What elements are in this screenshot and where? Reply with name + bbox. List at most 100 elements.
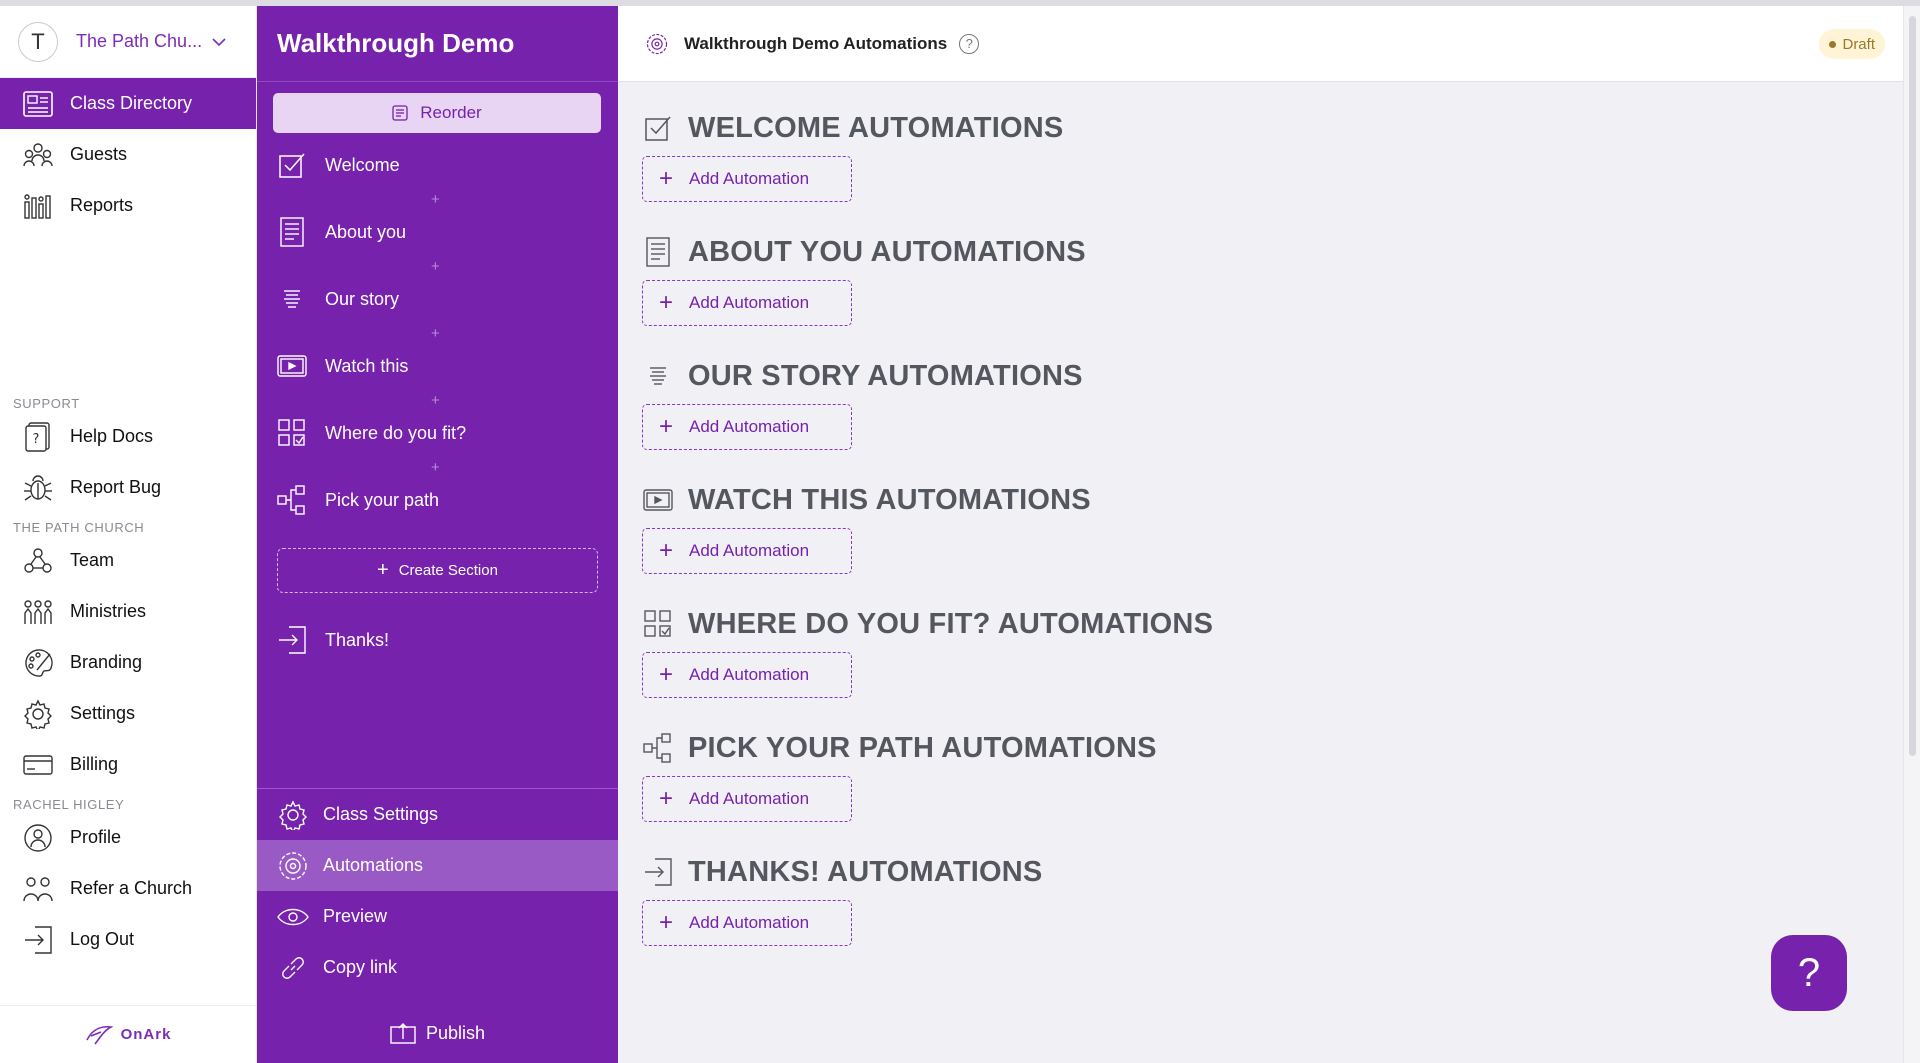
org-avatar: T [18,21,58,62]
nav-label: Help Docs [70,426,154,446]
nav-help-docs[interactable]: ? Help Docs [0,411,256,462]
reorder-button[interactable]: Reorder [273,93,601,133]
onark-logo-icon [85,1025,113,1044]
org-name: The Path Chu... [76,31,203,51]
group-header: WELCOME AUTOMATIONS [642,110,1063,146]
create-section-button[interactable]: + Create Section [277,548,598,593]
group-title: WATCH THIS AUTOMATIONS [688,483,1091,516]
class-title: Walkthrough Demo [257,6,618,82]
nav-team[interactable]: Team [0,535,256,586]
link-icon [277,952,309,984]
add-automation-button[interactable]: + Add Automation [642,900,852,946]
plus-icon: + [659,785,674,812]
nav-refer-church[interactable]: Refer a Church [0,863,256,914]
add-automation-button[interactable]: + Add Automation [642,776,852,822]
automations-link[interactable]: Automations [257,840,618,891]
group-header: ABOUT YOU AUTOMATIONS [642,234,1086,270]
section-welcome[interactable]: Welcome [277,147,607,183]
add-automation-button[interactable]: + Add Automation [642,404,852,450]
group-title: WHERE DO YOU FIT? AUTOMATIONS [688,607,1214,640]
insert-section-plus[interactable]: + [431,325,440,342]
brand-name: OnArk [120,1026,172,1043]
church-section-label: THE PATH CHURCH [13,520,145,535]
section-where-do-you-fit[interactable]: Where do you fit? [277,415,607,451]
add-automation-label: Add Automation [689,665,810,684]
flow-icon [642,732,674,764]
section-our-story[interactable]: Our story [277,281,607,317]
section-pick-your-path[interactable]: Pick your path [277,482,607,518]
gear-icon [277,799,309,831]
copy-link-button[interactable]: Copy link [257,942,618,993]
nav-profile[interactable]: Profile [0,812,256,863]
scroll-thumb[interactable] [1909,16,1916,756]
group-title: WELCOME AUTOMATIONS [688,111,1064,144]
class-settings-link[interactable]: Class Settings [257,789,618,840]
user-section-label: RACHEL HIGLEY [13,797,125,812]
add-automation-button[interactable]: + Add Automation [642,528,852,574]
automation-icon [646,33,668,54]
page-title: Walkthrough Demo Automations [684,33,948,53]
automations-main: Walkthrough Demo Automations ? Draft WEL… [618,6,1903,1063]
nav-class-directory[interactable]: Class Directory [0,78,256,129]
automation-group-watch-this: WATCH THIS AUTOMATIONS + Add Automation [642,482,1091,574]
insert-section-plus[interactable]: + [431,191,440,208]
add-automation-button[interactable]: + Add Automation [642,156,852,202]
section-label: About you [325,221,407,242]
nav-report-bug[interactable]: Report Bug [0,462,256,513]
create-section-label: Create Section [398,562,498,579]
plus-icon: + [659,537,674,564]
svg-text:?: ? [33,432,40,447]
nav-label: Refer a Church [70,878,193,898]
section-thanks[interactable]: Thanks! [277,622,607,658]
support-section-label: SUPPORT [13,396,80,411]
nav-ministries[interactable]: Ministries [0,586,256,637]
preview-label: Preview [323,906,388,926]
flow-icon [277,485,307,515]
nav-billing[interactable]: Billing [0,739,256,790]
group-header: PICK YOUR PATH AUTOMATIONS [642,730,1157,766]
add-automation-button[interactable]: + Add Automation [642,280,852,326]
section-label: Where do you fit? [325,422,467,443]
checkbox-icon [277,150,307,180]
preview-link[interactable]: Preview [257,891,618,942]
org-switcher[interactable]: T The Path Chu... [0,6,256,78]
help-icon[interactable]: ? [959,33,980,54]
nav-branding[interactable]: Branding [0,637,256,688]
insert-section-plus[interactable]: + [431,258,440,275]
publish-label: Publish [425,1022,486,1043]
automation-group-our-story: OUR STORY AUTOMATIONS + Add Automation [642,358,1083,450]
automation-group-pick-your-path: PICK YOUR PATH AUTOMATIONS + Add Automati… [642,730,1157,822]
group-title: OUR STORY AUTOMATIONS [688,359,1083,392]
nav-label: Class Directory [70,93,193,113]
chevron-down-icon [212,37,226,46]
left-nav: T The Path Chu... Class Directory Guests… [0,6,257,1063]
group-title: THANKS! AUTOMATIONS [688,855,1043,888]
section-label: Our story [325,288,400,309]
group-header: THANKS! AUTOMATIONS [642,854,1042,890]
profile-icon [22,822,54,854]
section-label: Welcome [325,154,400,175]
gear-icon [22,698,54,730]
group-header: WHERE DO YOU FIT? AUTOMATIONS [642,606,1213,642]
section-watch-this[interactable]: Watch this [277,348,607,384]
automations-label: Automations [323,855,424,875]
help-fab-button[interactable]: ? [1771,935,1847,1011]
status-badge: Draft [1819,29,1885,59]
publish-button[interactable]: Publish [257,1011,618,1055]
plus-icon: + [659,413,674,440]
nav-log-out[interactable]: Log Out [0,914,256,965]
page-scrollbar[interactable] [1903,6,1920,1063]
add-automation-label: Add Automation [689,417,810,436]
video-icon [642,484,674,516]
add-automation-button[interactable]: + Add Automation [642,652,852,698]
nav-guests[interactable]: Guests [0,129,256,180]
class-directory-icon [22,88,54,120]
nav-reports[interactable]: Reports [0,180,256,231]
nav-settings[interactable]: Settings [0,688,256,739]
insert-section-plus[interactable]: + [431,459,440,476]
automation-group-where-do-you-fit: WHERE DO YOU FIT? AUTOMATIONS + Add Autom… [642,606,1213,698]
section-about-you[interactable]: About you [277,214,607,250]
insert-section-plus[interactable]: + [431,392,440,409]
group-header: OUR STORY AUTOMATIONS [642,358,1083,394]
main-header: Walkthrough Demo Automations ? Draft [618,6,1903,82]
